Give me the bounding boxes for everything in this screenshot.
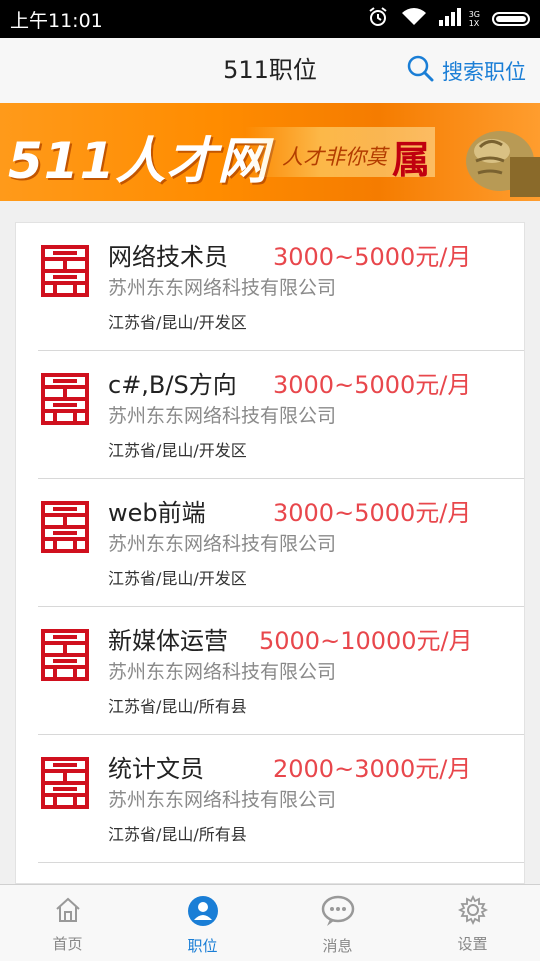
job-list-item[interactable]: 网络技术员 3000~5000元/月苏州东东网络科技有限公司 江苏省/昆山/开发区 bbox=[38, 223, 524, 351]
job-salary: 3000~5000元/月 bbox=[273, 499, 472, 527]
gear-icon bbox=[457, 894, 488, 929]
home-icon bbox=[53, 895, 83, 929]
job-title: 网络技术员 bbox=[108, 243, 228, 271]
wifi-icon bbox=[401, 7, 427, 31]
job-location: 江苏省/昆山/开发区 bbox=[108, 313, 247, 332]
tab-jobs[interactable]: 职位 bbox=[135, 885, 270, 961]
job-salary: 5000~10000元/月 bbox=[259, 627, 473, 655]
banner-brand: 511人才网 bbox=[8, 132, 269, 190]
banner-slogan-emphasis: 属 bbox=[392, 138, 431, 182]
job-salary: 2000~3000元/月 bbox=[273, 755, 472, 783]
search-icon bbox=[406, 54, 434, 87]
promo-banner[interactable]: 511人才网 人才非你莫 属 bbox=[0, 103, 540, 201]
banner-slogan: 人才非你莫 bbox=[282, 145, 387, 169]
company-name: 苏州东东网络科技有限公司 bbox=[108, 405, 337, 427]
job-location: 江苏省/昆山/开发区 bbox=[108, 441, 247, 460]
alarm-icon bbox=[367, 6, 389, 32]
status-time: 上午11:01 bbox=[10, 9, 103, 32]
job-location: 江苏省/昆山/所有县 bbox=[108, 697, 247, 716]
job-title: c#,B/S方向 bbox=[108, 371, 237, 399]
search-jobs-button[interactable]: 搜索职位 bbox=[406, 38, 526, 103]
fist-icon bbox=[466, 131, 540, 197]
network-type: 3G 1X bbox=[469, 10, 480, 28]
company-logo-icon bbox=[41, 757, 89, 809]
job-list: 网络技术员 3000~5000元/月 苏州东东网络科技有限公司 江苏省/昆山/开发区 c… bbox=[15, 222, 525, 884]
company-logo-icon bbox=[41, 245, 89, 297]
company-logo-icon bbox=[41, 501, 89, 553]
job-title: 新媒体运营 bbox=[108, 627, 228, 655]
chat-icon bbox=[321, 895, 355, 931]
tab-jobs-label: 职位 bbox=[187, 937, 218, 955]
status-bar: 上午11:01 3G 1X bbox=[0, 0, 540, 38]
job-location: 江苏省/昆山/所有县 bbox=[108, 825, 247, 844]
job-title: web前端 bbox=[108, 499, 206, 527]
job-salary: 3000~5000元/月 bbox=[273, 371, 472, 399]
company-name: 苏州东东网络科技有限公司 bbox=[108, 277, 337, 299]
company-logo-icon bbox=[41, 373, 89, 425]
tab-settings[interactable]: 设置 bbox=[405, 885, 540, 961]
job-list-item[interactable]: 统计文员 2000~3000元/月苏州东东网络科技有限公司 江苏省/昆山/所有县 bbox=[38, 735, 524, 863]
job-list-item[interactable]: web前端 3000~5000元/月苏州东东网络科技有限公司 江苏省/昆山/开发区 bbox=[38, 479, 524, 607]
job-salary: 3000~5000元/月 bbox=[273, 243, 472, 271]
app-header: 511职位 搜索职位 bbox=[0, 38, 540, 104]
battery-icon bbox=[492, 12, 530, 26]
tab-home[interactable]: 首页 bbox=[0, 885, 135, 961]
tab-settings-label: 设置 bbox=[457, 935, 488, 953]
signal-icon bbox=[438, 8, 465, 30]
user-icon bbox=[187, 895, 219, 931]
search-jobs-label: 搜索职位 bbox=[442, 59, 526, 84]
network-sub-label: 1X bbox=[468, 19, 480, 28]
job-title: 统计文员 bbox=[108, 755, 204, 783]
company-name: 苏州东东网络科技有限公司 bbox=[108, 661, 337, 683]
job-list-item[interactable]: c#,B/S方向 3000~5000元/月苏州东东网络科技有限公司 江苏省/昆山/开… bbox=[38, 351, 524, 479]
status-icons: 3G 1X bbox=[367, 6, 530, 32]
job-location: 江苏省/昆山/开发区 bbox=[108, 569, 247, 588]
tab-home-label: 首页 bbox=[52, 935, 83, 953]
company-name: 苏州东东网络科技有限公司 bbox=[108, 789, 337, 811]
company-logo-icon bbox=[41, 629, 89, 681]
network-label: 3G bbox=[468, 10, 480, 19]
tab-messages[interactable]: 消息 bbox=[270, 885, 405, 961]
company-name: 苏州东东网络科技有限公司 bbox=[108, 533, 337, 555]
job-list-item[interactable]: 新媒体运营 5000~10000元/月苏州东东网络科技有限公司 江苏省/昆山/所有县 bbox=[38, 607, 524, 735]
bottom-tab-bar: 首页 职位 消息 设置 bbox=[0, 884, 540, 961]
tab-messages-label: 消息 bbox=[322, 937, 353, 955]
